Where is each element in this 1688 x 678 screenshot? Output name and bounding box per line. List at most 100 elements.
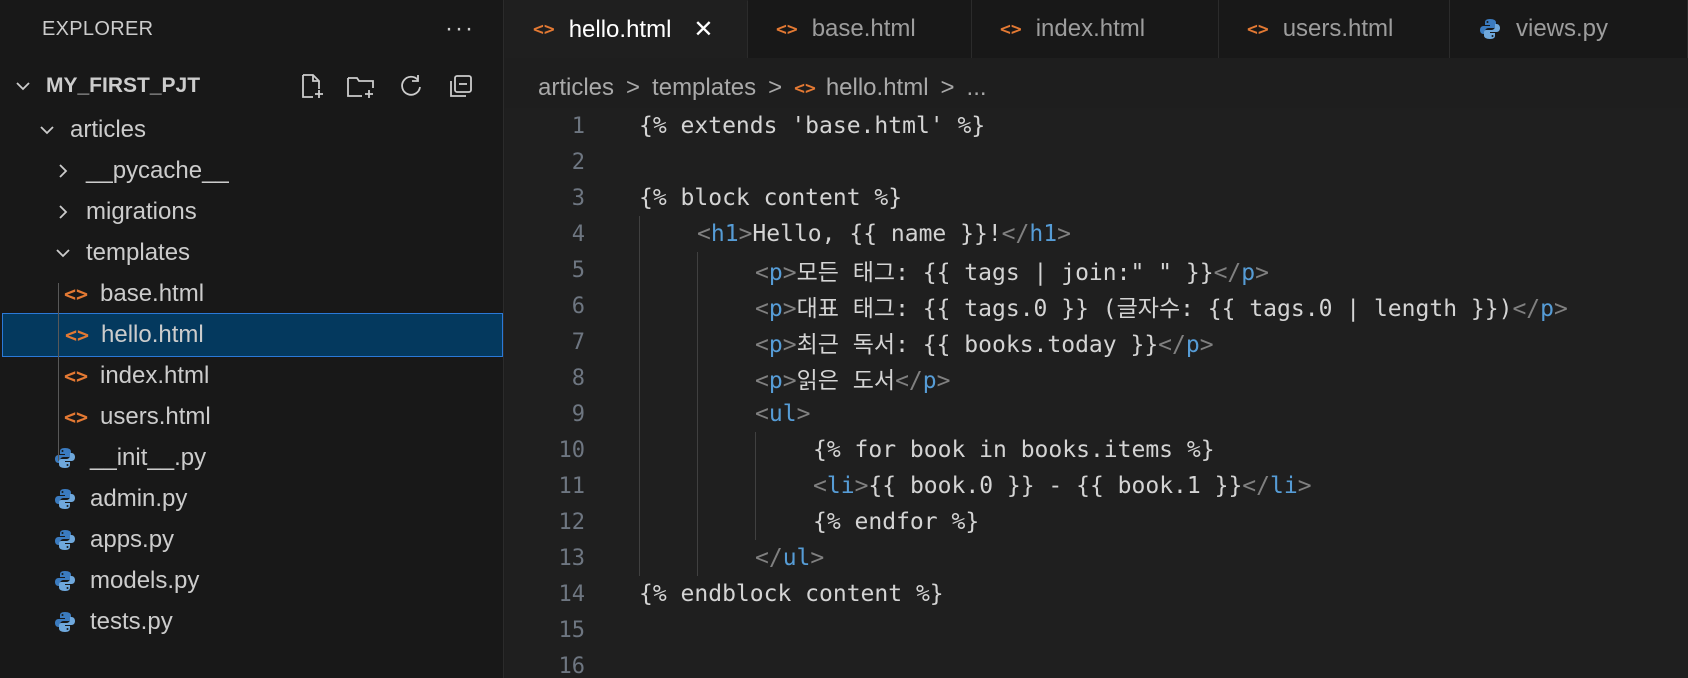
html-file-icon: <> bbox=[64, 405, 89, 429]
tab-hello-html[interactable]: <> hello.html ✕ bbox=[505, 0, 748, 58]
html-file-icon: <> bbox=[1000, 18, 1022, 40]
line-number: 14 bbox=[558, 581, 586, 607]
line-number: 15 bbox=[558, 617, 586, 643]
code-editor[interactable]: 1 {% extends 'base.html' %} 2 3 {% block con… bbox=[505, 108, 1688, 678]
tree-item-users-html[interactable]: <> users.html bbox=[0, 395, 504, 439]
python-file-icon bbox=[52, 568, 78, 594]
line-number: 2 bbox=[571, 149, 585, 175]
tree-item-label: index.html bbox=[100, 362, 210, 389]
line-number: 12 bbox=[558, 509, 586, 535]
html-bracket: > bbox=[1255, 260, 1269, 286]
code-text: <p>대표 태그: {{ tags.0 }} (글자수: {{ tags.0 |… bbox=[755, 289, 1568, 323]
code-token: 읽은 도서 bbox=[796, 368, 896, 394]
line-number: 11 bbox=[558, 473, 586, 499]
code-text: {% endblock content %} bbox=[639, 581, 944, 607]
line-number: 16 bbox=[558, 653, 586, 678]
tree-item-models-py[interactable]: models.py bbox=[0, 559, 504, 603]
code-text: <p>최근 독서: {{ books.today }}</p> bbox=[755, 325, 1214, 359]
refresh-icon[interactable] bbox=[396, 71, 426, 101]
html-tag-name: h1 bbox=[1029, 221, 1058, 247]
code-line[interactable]: 8 <p>읽은 도서</p> bbox=[505, 360, 1688, 396]
tree-item-articles[interactable]: articles bbox=[0, 108, 504, 152]
tree-item-tests-py[interactable]: tests.py bbox=[0, 600, 504, 644]
tree-item-pycache[interactable]: __pycache__ bbox=[0, 149, 504, 193]
tab-label: users.html bbox=[1282, 15, 1394, 42]
html-bracket: < bbox=[813, 473, 827, 499]
new-folder-icon[interactable] bbox=[346, 71, 376, 101]
breadcrumb-separator: > bbox=[940, 74, 955, 101]
code-token: 최근 독서: {{ books.today }} bbox=[796, 332, 1159, 358]
tree-item-init-py[interactable]: __init__.py bbox=[0, 436, 504, 480]
tree-item-templates[interactable]: templates bbox=[0, 231, 504, 275]
code-token: {% for book in books.items %} bbox=[813, 437, 1215, 463]
code-line[interactable]: 10 {% for book in books.items %} bbox=[505, 432, 1688, 468]
breadcrumb-item-templates[interactable]: templates bbox=[652, 74, 756, 102]
html-bracket: < bbox=[755, 368, 769, 394]
code-token: {% block content %} bbox=[639, 185, 903, 211]
code-line[interactable]: 5 <p>모든 태그: {{ tags | join:" " }}</p> bbox=[505, 252, 1688, 288]
code-token: {% endfor %} bbox=[813, 509, 980, 535]
code-line[interactable]: 3 {% block content %} bbox=[505, 180, 1688, 216]
line-number: 3 bbox=[571, 185, 585, 211]
breadcrumb-item-articles[interactable]: articles bbox=[538, 74, 614, 102]
tree-item-label: tests.py bbox=[90, 608, 173, 635]
html-bracket: > bbox=[854, 473, 869, 499]
line-number: 10 bbox=[558, 437, 586, 463]
tab-label: index.html bbox=[1035, 15, 1146, 42]
code-line[interactable]: 13 </ul> bbox=[505, 540, 1688, 576]
new-file-icon[interactable] bbox=[296, 71, 326, 101]
html-bracket: </ bbox=[895, 368, 923, 394]
tab-base-html[interactable]: <> base.html bbox=[748, 0, 972, 58]
tab-users-html[interactable]: <> users.html bbox=[1219, 0, 1450, 58]
code-line[interactable]: 7 <p>최근 독서: {{ books.today }}</p> bbox=[505, 324, 1688, 360]
html-bracket: < bbox=[755, 260, 769, 286]
html-tag-name: li bbox=[826, 473, 855, 499]
tree-item-migrations[interactable]: migrations bbox=[0, 190, 504, 234]
python-file-icon bbox=[52, 609, 78, 635]
html-file-icon: <> bbox=[794, 77, 816, 99]
code-line[interactable]: 11 <li>{{ book.0 }} - {{ book.1 }}</li> bbox=[505, 468, 1688, 504]
code-line[interactable]: 6 <p>대표 태그: {{ tags.0 }} (글자수: {{ tags.0 … bbox=[505, 288, 1688, 324]
code-token: 대표 태그: {{ tags.0 }} (글자수: {{ tags.0 | le… bbox=[796, 296, 1513, 322]
project-root-folder[interactable]: MY_FIRST_PJT bbox=[0, 64, 504, 108]
breadcrumb-item-file[interactable]: hello.html bbox=[826, 74, 929, 102]
code-line[interactable]: 4 <h1>Hello, {{ name }}!</h1> bbox=[505, 216, 1688, 252]
tree-item-admin-py[interactable]: admin.py bbox=[0, 477, 504, 521]
html-tag-name: p bbox=[768, 368, 783, 394]
code-line[interactable]: 15 bbox=[505, 612, 1688, 648]
tab-label: base.html bbox=[811, 15, 916, 42]
tree-item-label: hello.html bbox=[101, 321, 204, 348]
tab-label: hello.html bbox=[568, 15, 672, 43]
line-number: 13 bbox=[558, 545, 586, 571]
line-number: 4 bbox=[571, 221, 585, 247]
tree-item-apps-py[interactable]: apps.py bbox=[0, 518, 504, 562]
collapse-all-icon[interactable] bbox=[446, 71, 476, 101]
tree-item-index-html[interactable]: <> index.html bbox=[0, 354, 504, 398]
explorer-title: EXPLORER bbox=[42, 17, 154, 40]
close-icon[interactable]: ✕ bbox=[693, 15, 713, 44]
more-actions-icon[interactable]: ··· bbox=[445, 15, 475, 43]
tree-item-base-html[interactable]: <> base.html bbox=[0, 272, 504, 316]
tab-index-html[interactable]: <> index.html bbox=[972, 0, 1219, 58]
tab-views-py[interactable]: views.py bbox=[1450, 0, 1688, 58]
tree-item-hello-html[interactable]: <> hello.html bbox=[2, 313, 503, 357]
html-bracket: < bbox=[755, 332, 769, 358]
code-text: <ul> bbox=[755, 401, 810, 427]
code-token: {{ book.0 }} - {{ book.1 }} bbox=[868, 473, 1243, 499]
code-line[interactable]: 16 bbox=[505, 648, 1688, 678]
code-line[interactable]: 9 <ul> bbox=[505, 396, 1688, 432]
code-line[interactable]: 2 bbox=[505, 144, 1688, 180]
code-line[interactable]: 12 {% endfor %} bbox=[505, 504, 1688, 540]
line-number: 8 bbox=[571, 365, 585, 391]
line-number: 7 bbox=[571, 329, 585, 355]
html-file-icon: <> bbox=[64, 282, 89, 306]
tree-item-label: base.html bbox=[100, 280, 205, 307]
breadcrumb-symbol[interactable]: ... bbox=[967, 74, 987, 102]
python-file-icon bbox=[52, 527, 78, 553]
code-token: Hello, {{ name }}! bbox=[752, 221, 1002, 247]
breadcrumb-separator: > bbox=[626, 74, 641, 101]
code-line[interactable]: 14 {% endblock content %} bbox=[505, 576, 1688, 612]
indent-guide bbox=[697, 252, 698, 576]
code-line[interactable]: 1 {% extends 'base.html' %} bbox=[505, 108, 1688, 144]
code-text: <p>모든 태그: {{ tags | join:" " }}</p> bbox=[755, 253, 1269, 287]
